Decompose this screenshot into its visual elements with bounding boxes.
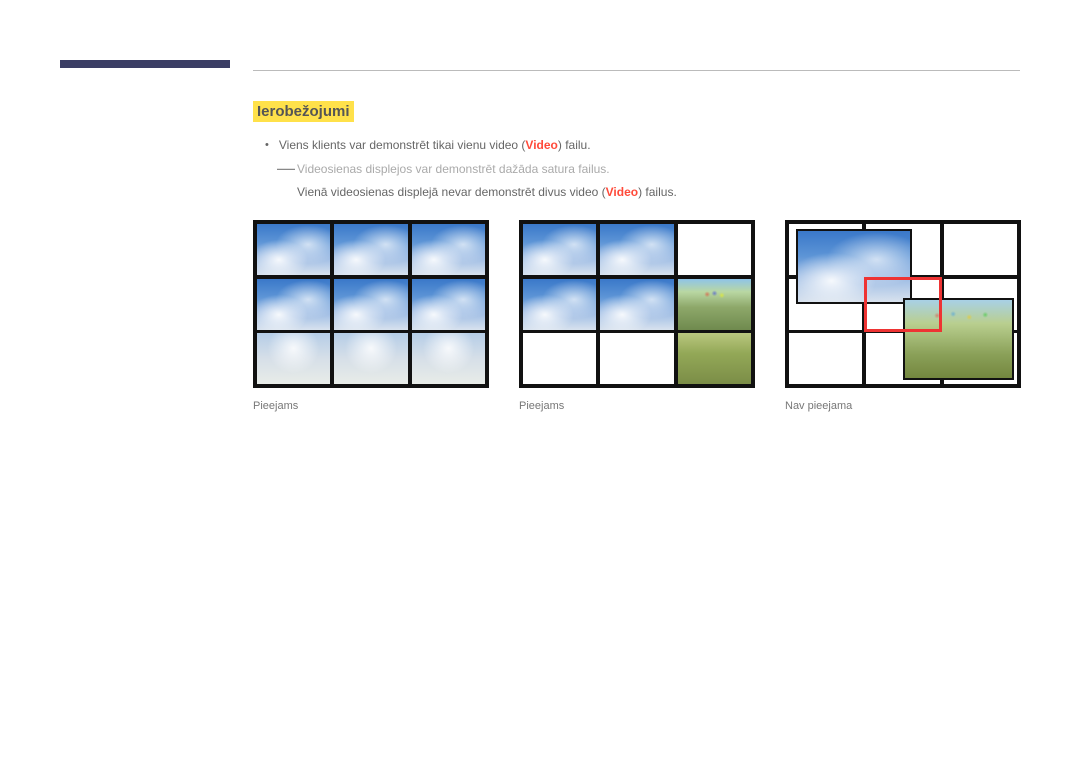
wall-cell-sky (521, 222, 598, 277)
text: ) failu. (558, 138, 591, 152)
header-divider (253, 70, 1020, 71)
figure-available-full: Pieejams (253, 220, 489, 412)
wall-cell-sky (521, 277, 598, 332)
wall-cell-sky (598, 277, 675, 332)
wall-cell (410, 331, 487, 386)
wall-cell-field (676, 277, 753, 332)
chapter-accent-bar (60, 60, 230, 68)
wall-cell (255, 277, 332, 332)
bullet-marker: • (265, 136, 269, 156)
wall-cell (864, 331, 941, 386)
text: Vienā videosienas displejā nevar demonst… (297, 185, 606, 199)
bullet-item: • Viens klients var demonstrēt tikai vie… (265, 136, 1020, 156)
wall-cell (787, 222, 864, 277)
wall-cell (332, 222, 409, 277)
dash-marker: ― (277, 160, 291, 176)
section-heading: Ierobežojumi (253, 101, 354, 122)
wall-cell (942, 222, 1019, 277)
videowall-grid (519, 220, 755, 388)
videowall-grid (785, 220, 1021, 388)
text: ) failus. (638, 185, 677, 199)
figure-caption: Pieejams (253, 400, 489, 412)
wall-cell-sky (598, 222, 675, 277)
wall-cell (521, 331, 598, 386)
wall-cell (410, 277, 487, 332)
bullet-text: Viens klients var demonstrēt tikai vienu… (279, 136, 591, 155)
wall-cell (410, 222, 487, 277)
wall-cell-field (676, 331, 753, 386)
figure-caption: Pieejams (519, 400, 755, 412)
text-emph: Video (525, 138, 557, 152)
dash-text: Videosienas displejos var demonstrēt daž… (297, 160, 610, 179)
wall-cell (255, 331, 332, 386)
wall-cell (942, 331, 1019, 386)
videowall-grid (253, 220, 489, 388)
figure-caption: Nav pieejama (785, 400, 1021, 412)
wall-cell (864, 277, 941, 332)
wall-cell (787, 331, 864, 386)
sub-line: Vienā videosienas displejā nevar demonst… (297, 183, 1020, 202)
text: Viens klients var demonstrēt tikai vienu… (279, 138, 526, 152)
dash-item: ― Videosienas displejos var demonstrēt d… (277, 160, 1020, 179)
wall-cell (255, 222, 332, 277)
wall-cell (787, 277, 864, 332)
figure-not-available: Nav pieejama (785, 220, 1021, 412)
page-content: Ierobežojumi • Viens klients var demonst… (253, 101, 1020, 412)
wall-cell (864, 222, 941, 277)
wall-cell (676, 222, 753, 277)
wall-cell (942, 277, 1019, 332)
figures-row: Pieejams (253, 220, 1020, 412)
text-emph: Video (606, 185, 638, 199)
wall-cell (332, 331, 409, 386)
figure-available-split: Pieejams (519, 220, 755, 412)
wall-cell (598, 331, 675, 386)
wall-cell (332, 277, 409, 332)
